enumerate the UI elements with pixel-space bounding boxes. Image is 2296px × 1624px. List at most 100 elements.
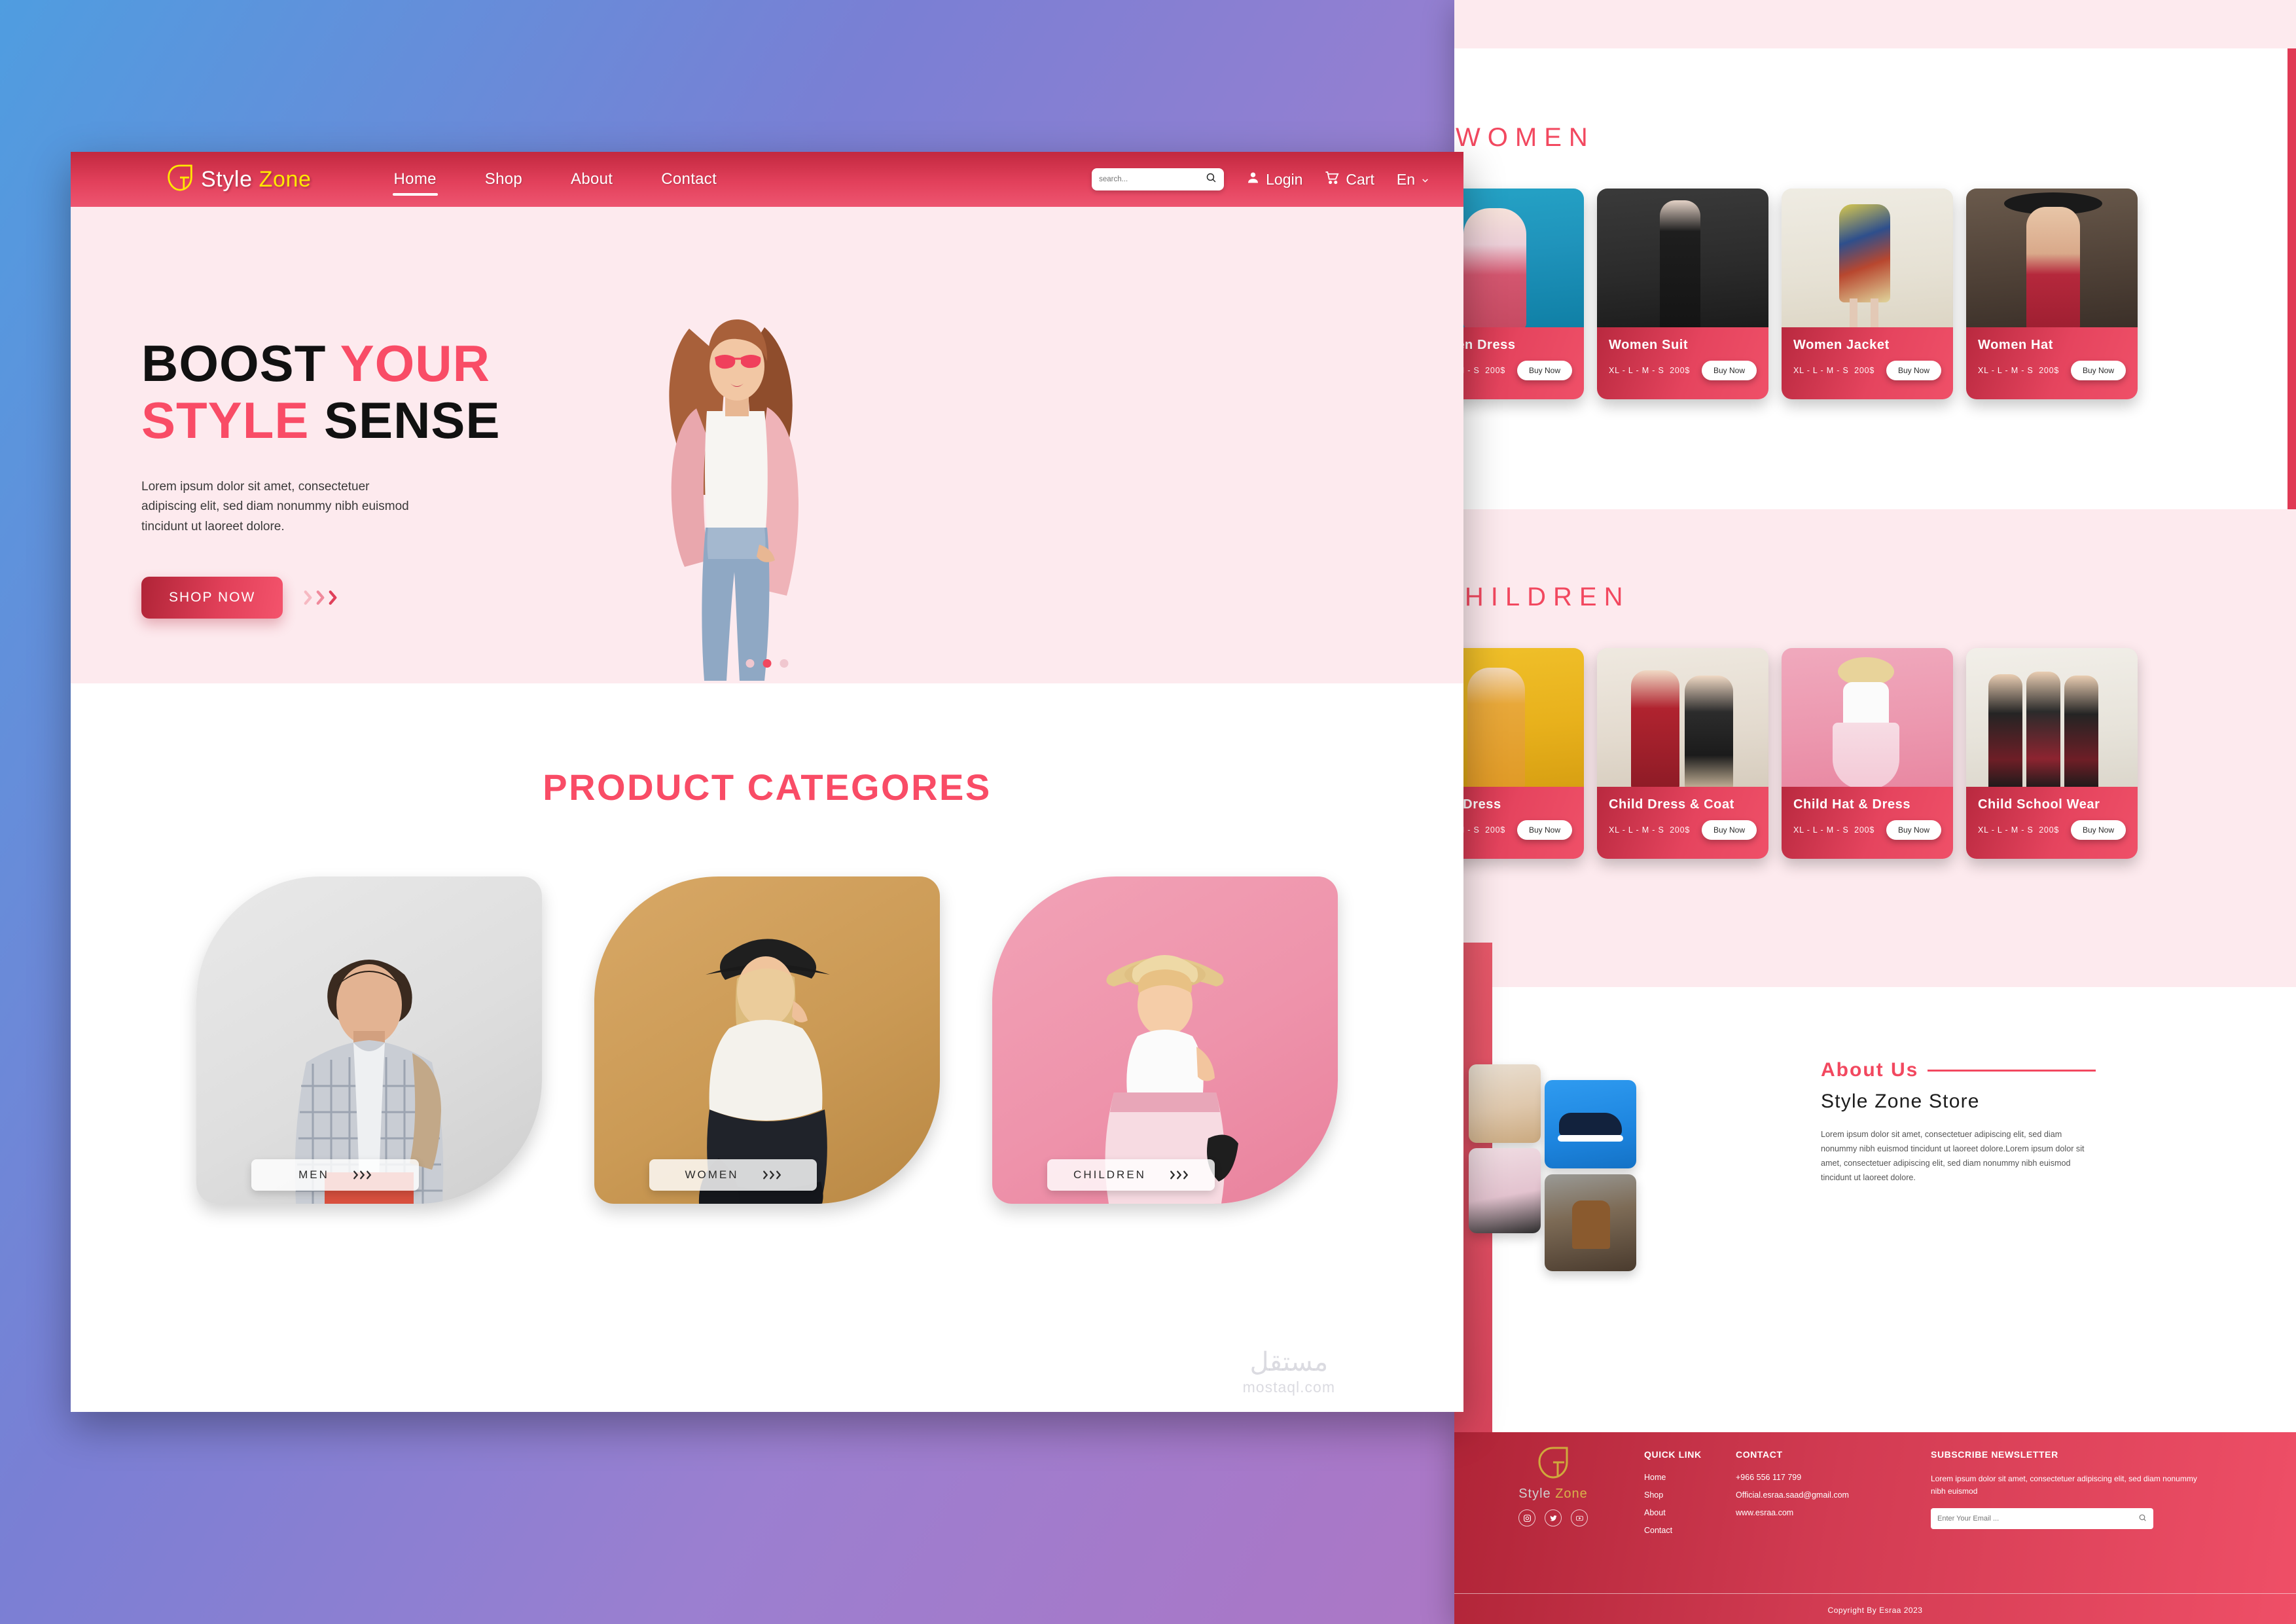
product-meta: Child Dress XL - L - M - S 200$ Buy Now: [1454, 787, 1584, 859]
watermark-arabic: مستقل: [1249, 1348, 1329, 1377]
search-icon[interactable]: [1206, 172, 1217, 187]
search-box[interactable]: [1092, 168, 1225, 190]
back-mockup-panel: WOMEN CHILDREN Women Dress XL - L - M - …: [1454, 0, 2296, 1624]
product-price: 200$: [1485, 825, 1506, 835]
login-label: Login: [1266, 170, 1303, 188]
product-price: 200$: [1854, 825, 1875, 835]
product-name: Women Dress: [1454, 338, 1516, 352]
product-price: 200$: [1670, 825, 1691, 835]
product-meta: Women Suit XL - L - M - S 200$ Buy Now: [1597, 327, 1768, 399]
product-image: [1966, 189, 2138, 330]
footer-brand-part2: Zone: [1555, 1487, 1588, 1501]
footer-website[interactable]: www.esraa.com: [1736, 1508, 1849, 1517]
footer-brand: Style Zone: [1478, 1447, 1628, 1526]
footer-link[interactable]: About: [1644, 1508, 1702, 1517]
buy-now-button[interactable]: Buy Now: [1886, 361, 1941, 380]
nav-link-shop[interactable]: Shop: [485, 170, 522, 189]
gallery-image: [1545, 1174, 1636, 1271]
product-card[interactable]: Women Dress XL - L - M - S 200$ Buy Now: [1454, 189, 1584, 399]
product-sizes: XL - L - M - S: [1609, 825, 1664, 835]
buy-now-button[interactable]: Buy Now: [1516, 820, 1572, 840]
shop-now-button[interactable]: SHOP NOW: [141, 577, 283, 619]
category-name: MEN: [298, 1168, 329, 1181]
buy-now-button[interactable]: Buy Now: [2070, 361, 2126, 380]
category-card-children[interactable]: CHILDREN: [992, 876, 1338, 1204]
newsletter-email-input[interactable]: [1937, 1515, 2138, 1523]
footer-email[interactable]: Official.esraa.saad@gmail.com: [1736, 1490, 1849, 1500]
hero-copy: BOOST YOUR STYLE SENSE Lorem ipsum dolor…: [141, 334, 639, 619]
buy-now-button[interactable]: Buy Now: [1886, 820, 1941, 840]
product-card[interactable]: Women Suit XL - L - M - S 200$ Buy Now: [1597, 189, 1768, 399]
product-meta: Child Dress & Coat XL - L - M - S 200$ B…: [1597, 787, 1768, 859]
chevron-right-icon: [353, 1169, 372, 1181]
product-card[interactable]: Child School Wear XL - L - M - S 200$ Bu…: [1966, 648, 2138, 859]
nav-link-contact[interactable]: Contact: [661, 170, 717, 189]
slider-dot-active[interactable]: [762, 659, 772, 668]
slider-dot[interactable]: [780, 659, 789, 668]
product-meta: Women Hat XL - L - M - S 200$ Buy Now: [1966, 327, 2138, 399]
search-input[interactable]: [1099, 175, 1202, 183]
about-divider: [1928, 1069, 2096, 1072]
slider-dot[interactable]: [745, 659, 755, 668]
top-band: [1454, 0, 2296, 48]
product-card[interactable]: Women Hat XL - L - M - S 200$ Buy Now: [1966, 189, 2138, 399]
product-card[interactable]: Child Hat & Dress XL - L - M - S 200$ Bu…: [1782, 648, 1953, 859]
chevron-right-icon: [1170, 1169, 1189, 1181]
newsletter-submit-button[interactable]: [2138, 1513, 2147, 1524]
category-image: MEN: [196, 876, 542, 1204]
category-label-women[interactable]: WOMEN: [649, 1159, 817, 1191]
category-card-men[interactable]: MEN: [196, 876, 542, 1204]
product-name: Child Dress: [1454, 797, 1501, 812]
product-name: Child School Wear: [1978, 797, 2100, 812]
product-image: [1782, 648, 1953, 789]
footer-link[interactable]: Contact: [1644, 1526, 1702, 1535]
product-card[interactable]: Women Jacket XL - L - M - S 200$ Buy Now: [1782, 189, 1953, 399]
footer-quick-links: QUICK LINK Home Shop About Contact: [1644, 1449, 1702, 1543]
youtube-icon[interactable]: [1571, 1509, 1588, 1526]
product-image: [1597, 189, 1768, 330]
category-card-women[interactable]: WOMEN: [594, 876, 940, 1204]
footer-contact: CONTACT +966 556 117 799 Official.esraa.…: [1736, 1449, 1849, 1526]
category-label-children[interactable]: CHILDREN: [1047, 1159, 1215, 1191]
footer-link[interactable]: Home: [1644, 1473, 1702, 1482]
about-title: About Us: [1821, 1059, 1919, 1081]
footer-column-title: QUICK LINK: [1644, 1449, 1702, 1460]
instagram-icon[interactable]: [1518, 1509, 1535, 1526]
product-card[interactable]: Child Dress & Coat XL - L - M - S 200$ B…: [1597, 648, 1768, 859]
product-card[interactable]: Child Dress XL - L - M - S 200$ Buy Now: [1454, 648, 1584, 859]
newsletter-form[interactable]: [1931, 1508, 2153, 1530]
buy-now-button[interactable]: Buy Now: [1701, 361, 1757, 380]
nav-link-about[interactable]: About: [571, 170, 613, 189]
product-meta: Women Jacket XL - L - M - S 200$ Buy Now: [1782, 327, 1953, 399]
product-sizes: XL - L - M - S: [1978, 366, 2034, 375]
nav-actions: Login Cart En: [1092, 168, 1429, 190]
user-icon: [1246, 171, 1260, 189]
brand-logo[interactable]: Style Zone: [168, 164, 312, 195]
twitter-icon[interactable]: [1545, 1509, 1562, 1526]
style-zone-logo-icon: [168, 164, 192, 195]
women-section-accent-bar: [2287, 48, 2296, 509]
footer-divider: [1454, 1593, 2296, 1594]
cart-button[interactable]: Cart: [1325, 170, 1374, 189]
language-selector[interactable]: En: [1397, 171, 1429, 189]
product-categories-section: PRODUCT CATEGORES MEN WOMEN CHILDREN مست…: [71, 683, 1463, 1412]
about-image-gallery: [1462, 1053, 1737, 1347]
hero-slider-dots[interactable]: [745, 659, 789, 668]
footer-link[interactable]: Shop: [1644, 1490, 1702, 1500]
buy-now-button[interactable]: Buy Now: [1516, 361, 1572, 380]
categories-title: PRODUCT CATEGORES: [543, 767, 992, 808]
product-price: 200$: [2039, 825, 2060, 835]
newsletter-text: Lorem ipsum dolor sit amet, consectetuer…: [1931, 1474, 2197, 1496]
buy-now-button[interactable]: Buy Now: [1701, 820, 1757, 840]
login-button[interactable]: Login: [1246, 171, 1302, 189]
children-section-heading: CHILDREN: [1454, 583, 1630, 611]
category-image: CHILDREN: [992, 876, 1338, 1204]
navbar: Style Zone Home Shop About Contact searc…: [71, 152, 1463, 207]
buy-now-button[interactable]: Buy Now: [2070, 820, 2126, 840]
product-image: [1454, 648, 1584, 789]
category-label-men[interactable]: MEN: [251, 1159, 419, 1191]
nav-link-home[interactable]: Home: [392, 170, 439, 196]
gallery-image: [1469, 1148, 1541, 1233]
hero-heading: BOOST YOUR STYLE SENSE: [141, 334, 639, 450]
front-mockup-panel: Style Zone Home Shop About Contact searc…: [71, 152, 1463, 1412]
